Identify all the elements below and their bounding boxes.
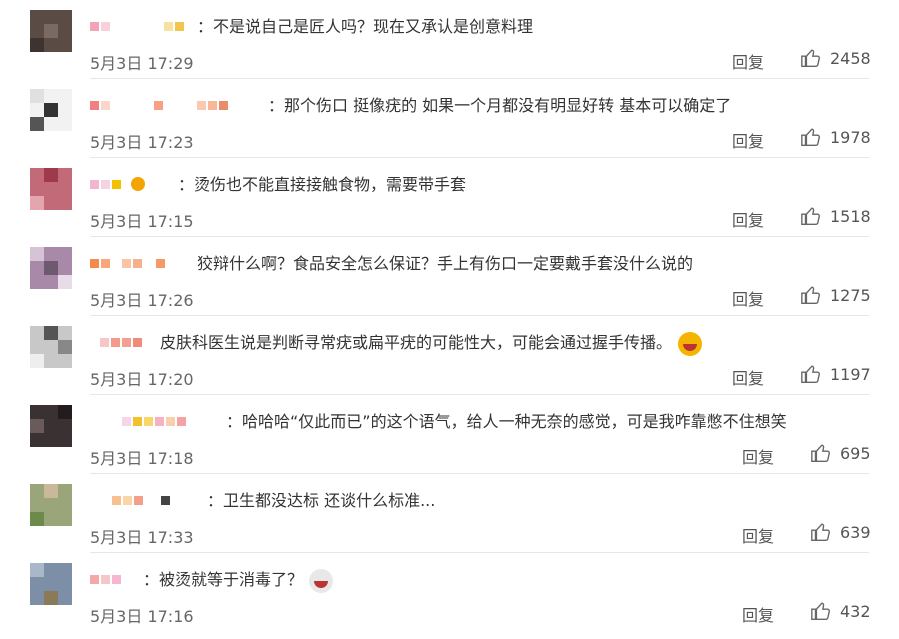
like-count: 1978 — [830, 127, 871, 147]
avatar[interactable] — [30, 247, 72, 289]
username-blurred[interactable] — [90, 174, 147, 194]
thumbs-up-icon — [811, 523, 830, 541]
reply-button[interactable]: 回复 — [732, 207, 764, 231]
like-button[interactable]: 695 — [810, 442, 871, 464]
comment-item: ：那个伤口 挺像疣的 如果一个月都没有明显好转 基本可以确定了 5月3日 17:… — [0, 79, 899, 158]
laughing-emoji-icon — [678, 331, 703, 356]
comment-text: ：不是说自己是匠人吗？现在又承认是创意料理 — [197, 17, 534, 36]
thumbs-up-icon — [801, 365, 820, 383]
dog-emoji-icon — [309, 568, 334, 593]
username-blurred[interactable] — [90, 16, 186, 36]
comment-time: 5月3日 17:20 — [90, 370, 194, 389]
comment-item: ：不是说自己是匠人吗？现在又承认是创意料理 5月3日 17:29 回复 2458 — [0, 0, 899, 79]
like-count: 1197 — [830, 364, 871, 384]
reply-button[interactable]: 回复 — [732, 365, 764, 389]
comment-text: 狡辩什么啊？食品安全怎么保证？手上有伤口一定要戴手套没什么说的 — [197, 254, 694, 273]
comment-time: 5月3日 17:18 — [90, 449, 194, 468]
thumbs-up-icon — [801, 207, 820, 225]
username-blurred[interactable] — [90, 411, 188, 431]
avatar[interactable] — [30, 10, 72, 52]
comment-text: ：卫生都没达标 还谈什么标准... — [207, 491, 436, 510]
comment-text: ：烫伤也不能直接接触食物，需要带手套 — [178, 175, 467, 194]
like-button[interactable]: 2458 — [800, 47, 871, 69]
thumbs-up-icon — [801, 286, 820, 304]
avatar[interactable] — [30, 326, 72, 368]
comment-time: 5月3日 17:15 — [90, 212, 194, 231]
thumbs-up-icon — [811, 444, 830, 462]
avatar[interactable] — [30, 405, 72, 447]
thumbs-up-icon — [801, 49, 820, 67]
avatar[interactable] — [30, 484, 72, 526]
reply-button[interactable]: 回复 — [742, 602, 774, 626]
comment-text: ：被烫就等于消毒了？ — [143, 566, 334, 593]
comment-body: ：被烫就等于消毒了？ — [143, 570, 304, 589]
username-blurred[interactable] — [90, 490, 172, 510]
username-blurred[interactable] — [90, 332, 144, 352]
like-count: 639 — [840, 522, 871, 542]
comment-item: ：哈哈哈“仅此而已”的这个语气，给人一种无奈的感觉，可是我咋靠憋不住想笑 5月3… — [0, 395, 899, 474]
reply-button[interactable]: 回复 — [742, 444, 774, 468]
comment-time: 5月3日 17:29 — [90, 54, 194, 73]
like-button[interactable]: 1197 — [800, 363, 871, 385]
comment-item: 皮肤科医生说是判断寻常疣或扁平疣的可能性大，可能会通过握手传播。 5月3日 17… — [0, 316, 899, 395]
thumbs-up-icon — [801, 128, 820, 146]
comment-text: 皮肤科医生说是判断寻常疣或扁平疣的可能性大，可能会通过握手传播。 — [160, 329, 703, 356]
comment-time: 5月3日 17:26 — [90, 291, 194, 310]
like-count: 1518 — [830, 206, 871, 226]
comment-item: 狡辩什么啊？食品安全怎么保证？手上有伤口一定要戴手套没什么说的 5月3日 17:… — [0, 237, 899, 316]
like-button[interactable]: 432 — [810, 600, 871, 622]
like-button[interactable]: 639 — [810, 521, 871, 543]
comment-list: ：不是说自己是匠人吗？现在又承认是创意料理 5月3日 17:29 回复 2458… — [0, 0, 899, 639]
reply-button[interactable]: 回复 — [732, 286, 764, 310]
comment-body: 皮肤科医生说是判断寻常疣或扁平疣的可能性大，可能会通过握手传播。 — [160, 333, 673, 352]
comment-item: ：卫生都没达标 还谈什么标准... 5月3日 17:33 回复 639 — [0, 474, 899, 553]
like-button[interactable]: 1518 — [800, 205, 871, 227]
like-count: 695 — [840, 443, 871, 463]
comment-time: 5月3日 17:33 — [90, 528, 194, 547]
username-blurred[interactable] — [90, 95, 230, 115]
comment-text: ：那个伤口 挺像疣的 如果一个月都没有明显好转 基本可以确定了 — [268, 96, 732, 115]
comment-item: ：被烫就等于消毒了？ 5月3日 17:16 回复 432 — [0, 553, 899, 632]
comment-time: 5月3日 17:23 — [90, 133, 194, 152]
avatar[interactable] — [30, 89, 72, 131]
reply-button[interactable]: 回复 — [732, 128, 764, 152]
avatar[interactable] — [30, 563, 72, 605]
avatar[interactable] — [30, 168, 72, 210]
thumbs-up-icon — [811, 602, 830, 620]
like-count: 432 — [840, 601, 871, 621]
comment-item: ：烫伤也不能直接接触食物，需要带手套 5月3日 17:15 回复 1518 — [0, 158, 899, 237]
like-count: 2458 — [830, 48, 871, 68]
username-blurred[interactable] — [90, 253, 167, 273]
comment-text: ：哈哈哈“仅此而已”的这个语气，给人一种无奈的感觉，可是我咋靠憋不住想笑 — [226, 412, 787, 431]
like-count: 1275 — [830, 285, 871, 305]
comment-time: 5月3日 17:16 — [90, 607, 194, 626]
username-blurred[interactable] — [90, 569, 123, 589]
reply-button[interactable]: 回复 — [732, 49, 764, 73]
reply-button[interactable]: 回复 — [742, 523, 774, 547]
like-button[interactable]: 1275 — [800, 284, 871, 306]
like-button[interactable]: 1978 — [800, 126, 871, 148]
